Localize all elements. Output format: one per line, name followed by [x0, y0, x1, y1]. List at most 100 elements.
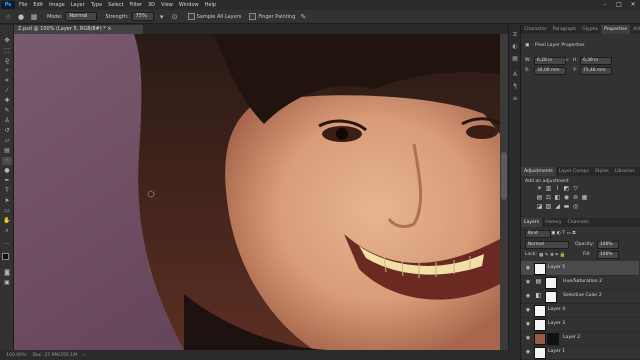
- eye-icon[interactable]: ◉: [525, 265, 531, 271]
- paragraph-panel-icon[interactable]: ¶: [511, 83, 519, 91]
- tab-adjustments[interactable]: Adjustments: [521, 167, 556, 176]
- minimize-button[interactable]: –: [598, 0, 612, 10]
- width-input[interactable]: 6,28 in: [534, 57, 566, 65]
- eye-icon[interactable]: ◉: [525, 307, 531, 313]
- threshold-icon[interactable]: ◢: [553, 203, 562, 211]
- x-input[interactable]: 30,00 mm: [534, 67, 566, 75]
- type-tool-icon[interactable]: T: [2, 187, 12, 195]
- chevron-down-icon[interactable]: ▾: [157, 12, 167, 22]
- vertical-scrollbar[interactable]: [500, 34, 508, 350]
- clone-stamp-tool-icon[interactable]: ♙: [2, 117, 12, 125]
- strength-input[interactable]: 75%: [131, 12, 154, 21]
- screen-mode-icon[interactable]: ▣: [2, 279, 12, 287]
- more-tools-icon[interactable]: …: [2, 239, 12, 247]
- menu-layer[interactable]: Layer: [71, 2, 85, 8]
- layer-row-hue-saturation-2[interactable]: ◉ ▤ Hue/Saturation 2: [521, 275, 639, 290]
- color-balance-icon[interactable]: ⚖: [544, 194, 553, 202]
- posterize-icon[interactable]: ▨: [544, 203, 553, 211]
- marquee-tool-icon[interactable]: ⬚: [2, 47, 12, 55]
- zoom-level[interactable]: 100.00%: [6, 353, 26, 358]
- eye-icon[interactable]: ◉: [525, 293, 531, 299]
- gradient-tool-icon[interactable]: ▤: [2, 147, 12, 155]
- menu-select[interactable]: Select: [108, 2, 123, 8]
- smudge-tool-icon-active[interactable]: ☝: [2, 157, 12, 165]
- dodge-tool-icon[interactable]: ●: [2, 167, 12, 175]
- layer-filter-select[interactable]: Kind: [525, 230, 551, 238]
- foreground-color-swatch[interactable]: [2, 253, 9, 260]
- history-panel-icon[interactable]: ⧖: [511, 31, 519, 39]
- brush-settings-icon[interactable]: ▦: [29, 12, 39, 22]
- opacity-input[interactable]: 100%: [597, 241, 619, 249]
- blend-mode-select[interactable]: Normal: [525, 241, 569, 249]
- pen-pressure-icon[interactable]: ✎: [298, 12, 308, 22]
- tab-actions[interactable]: Actions: [630, 25, 640, 34]
- menu-image[interactable]: Image: [49, 2, 65, 8]
- mode-select[interactable]: Normal: [65, 12, 98, 21]
- vibrance-icon[interactable]: ▽: [571, 185, 580, 193]
- hand-tool-icon[interactable]: ✋: [2, 217, 12, 225]
- menu-type[interactable]: Type: [91, 2, 102, 8]
- healing-brush-tool-icon[interactable]: ✚: [2, 97, 12, 105]
- status-arrow-icon[interactable]: ›: [83, 353, 85, 358]
- invert-icon[interactable]: ◪: [535, 203, 544, 211]
- shape-tool-icon[interactable]: ▭: [2, 207, 12, 215]
- photo-filter-icon[interactable]: ◉: [562, 194, 571, 202]
- layer-row-layer-5[interactable]: ◉ Layer 5: [521, 261, 639, 276]
- selective-color-icon[interactable]: ◎: [571, 203, 580, 211]
- tab-layers[interactable]: Layers: [521, 218, 543, 227]
- layer-name[interactable]: Layer 4: [548, 303, 565, 317]
- scrollbar-thumb[interactable]: [501, 152, 507, 200]
- tab-history[interactable]: History: [542, 218, 564, 227]
- eraser-tool-icon[interactable]: ▱: [2, 137, 12, 145]
- layer-row-layer-4[interactable]: ◉ Layer 4: [521, 303, 639, 318]
- menu-edit[interactable]: Edit: [33, 2, 43, 8]
- menu-filter[interactable]: Filter: [130, 2, 142, 8]
- tab-glyphs[interactable]: Glyphs: [579, 25, 601, 34]
- maximize-button[interactable]: □: [612, 0, 626, 10]
- magic-wand-tool-icon[interactable]: ✧: [2, 67, 12, 75]
- eye-icon[interactable]: ◉: [525, 279, 531, 285]
- brush-tool-icon[interactable]: ✎: [2, 107, 12, 115]
- pen-tool-icon[interactable]: ✒: [2, 177, 12, 185]
- channel-mixer-icon[interactable]: ⊚: [571, 194, 580, 202]
- color-panel-icon[interactable]: ◐: [511, 43, 519, 51]
- tab-paragraph[interactable]: Paragraph: [550, 25, 580, 34]
- levels-icon[interactable]: ▥: [544, 185, 553, 193]
- eye-icon[interactable]: ◉: [525, 335, 531, 341]
- height-input[interactable]: 6,39 in: [580, 57, 612, 65]
- tab-libraries[interactable]: Libraries: [612, 167, 638, 176]
- hue-saturation-icon[interactable]: ▤: [535, 194, 544, 202]
- history-brush-tool-icon[interactable]: ↺: [2, 127, 12, 135]
- filter-icons[interactable]: ▣ ◐ T ▭ ⧉: [551, 230, 576, 236]
- lasso-tool-icon[interactable]: ϱ: [2, 57, 12, 65]
- gradient-map-icon[interactable]: ▬: [562, 203, 571, 211]
- character-panel-icon[interactable]: A: [511, 71, 519, 79]
- close-tab-icon[interactable]: ×: [107, 26, 111, 32]
- menu-file[interactable]: File: [19, 2, 27, 8]
- link-icon[interactable]: ∞: [565, 58, 569, 63]
- exposure-icon[interactable]: ◩: [562, 185, 571, 193]
- layer-name[interactable]: Layer 1: [548, 345, 565, 359]
- layer-row-layer-2[interactable]: ◉ Layer 2: [521, 331, 639, 346]
- tab-channels[interactable]: Channels: [565, 218, 592, 227]
- layer-name[interactable]: Hue/Saturation 2: [563, 275, 602, 289]
- layer-row-layer-1[interactable]: ◉ Layer 1: [521, 345, 639, 360]
- y-input[interactable]: 75,46 mm: [580, 67, 612, 75]
- menu-view[interactable]: View: [161, 2, 173, 8]
- quick-mask-icon[interactable]: ◙: [2, 269, 12, 277]
- black-white-icon[interactable]: ◧: [553, 194, 562, 202]
- smudge-tool-icon[interactable]: ☝: [3, 12, 13, 22]
- fill-input[interactable]: 100%: [597, 251, 619, 259]
- eye-icon[interactable]: ◉: [525, 349, 531, 355]
- properties-panel-icon[interactable]: ≡: [511, 95, 519, 103]
- sample-all-layers-checkbox[interactable]: [187, 13, 195, 20]
- close-button[interactable]: ✕: [626, 0, 640, 10]
- finger-painting-checkbox[interactable]: [249, 13, 257, 20]
- zoom-tool-icon[interactable]: ⌕: [2, 227, 12, 235]
- curves-icon[interactable]: ⌇: [553, 185, 562, 193]
- brush-preset-icon[interactable]: ●: [16, 12, 26, 22]
- crop-tool-icon[interactable]: ⌗: [2, 77, 12, 85]
- tab-layer-comps[interactable]: Layer Comps: [556, 167, 592, 176]
- document-tab[interactable]: Z.psd @ 100% (Layer 5, RGB/8#) * ×: [14, 25, 143, 34]
- menu-3d[interactable]: 3D: [148, 2, 155, 8]
